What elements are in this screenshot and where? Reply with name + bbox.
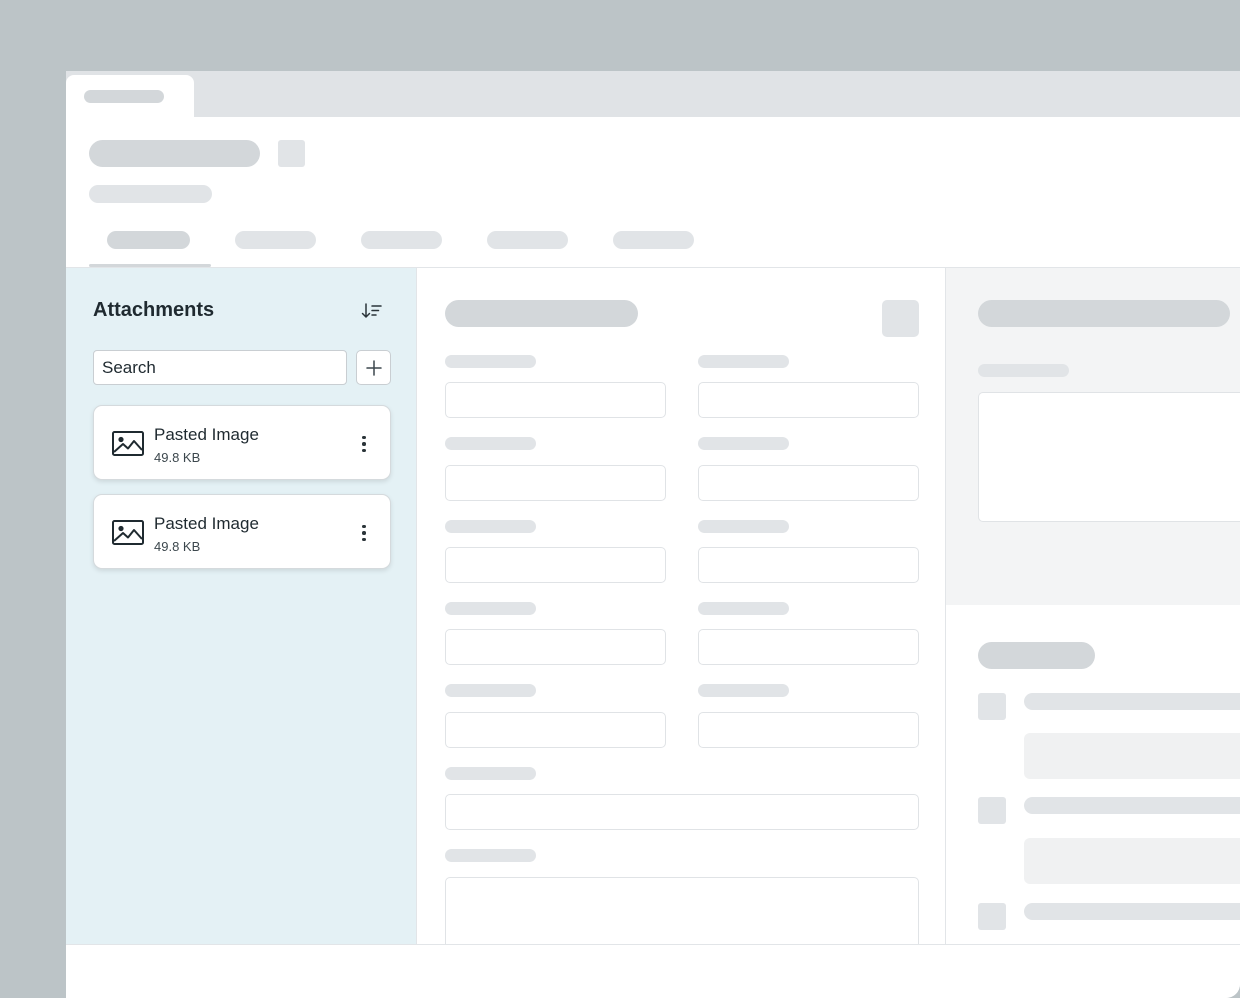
form-field[interactable]	[445, 547, 666, 583]
form-field[interactable]	[698, 465, 919, 501]
subtitle-placeholder	[89, 185, 212, 203]
tab-placeholder-1[interactable]	[107, 231, 190, 249]
attachment-size: 49.8 KB	[154, 539, 201, 554]
tab-placeholder-5[interactable]	[613, 231, 694, 249]
search-input[interactable]	[93, 350, 347, 385]
attachment-card[interactable]: Pasted Image 49.8 KB	[93, 494, 391, 569]
right-label-placeholder	[978, 364, 1069, 377]
form-field[interactable]	[698, 712, 919, 748]
page-title-placeholder	[89, 140, 260, 167]
activity-line-placeholder	[1024, 693, 1240, 710]
field-label-placeholder	[445, 849, 536, 862]
form-title-placeholder	[445, 300, 638, 327]
form-field[interactable]	[698, 547, 919, 583]
activity-line-placeholder	[1024, 903, 1240, 920]
field-label-placeholder	[445, 767, 536, 780]
right-textarea[interactable]	[978, 392, 1240, 522]
form-field[interactable]	[698, 382, 919, 418]
plus-icon	[365, 359, 382, 376]
attachment-card[interactable]: Pasted Image 49.8 KB	[93, 405, 391, 480]
field-label-placeholder	[698, 684, 789, 697]
app-frame: Attachments Pasted Image 49.8 KB	[0, 0, 1240, 998]
field-label-placeholder	[698, 602, 789, 615]
activity-avatar-placeholder	[978, 693, 1006, 720]
tab-placeholder-2[interactable]	[235, 231, 316, 249]
field-label-placeholder	[445, 355, 536, 368]
field-label-placeholder	[698, 437, 789, 450]
form-field[interactable]	[445, 382, 666, 418]
tab-placeholder-3[interactable]	[361, 231, 442, 249]
field-label-placeholder	[445, 520, 536, 533]
form-field[interactable]	[445, 712, 666, 748]
activity-avatar-placeholder	[978, 903, 1006, 930]
image-icon	[112, 431, 144, 456]
activity-body-placeholder	[1024, 733, 1240, 779]
activity-avatar-placeholder	[978, 797, 1006, 824]
form-action-placeholder[interactable]	[882, 300, 919, 337]
tab-placeholder-4[interactable]	[487, 231, 568, 249]
browser-tab-strip	[66, 71, 1240, 117]
field-label-placeholder	[445, 437, 536, 450]
tab-title-placeholder	[84, 90, 164, 103]
activity-title-placeholder	[978, 642, 1095, 669]
field-label-placeholder	[445, 684, 536, 697]
attachment-name: Pasted Image	[154, 425, 259, 444]
add-attachment-button[interactable]	[356, 350, 391, 385]
form-field-wide[interactable]	[445, 794, 919, 830]
field-label-placeholder	[698, 520, 789, 533]
activity-body-placeholder	[1024, 838, 1240, 884]
form-field[interactable]	[445, 465, 666, 501]
attachment-size: 49.8 KB	[154, 450, 201, 465]
more-vertical-icon[interactable]	[356, 432, 372, 456]
footer-bar	[66, 945, 1240, 998]
sort-descending-icon[interactable]	[361, 302, 383, 320]
field-label-placeholder	[698, 355, 789, 368]
right-title-placeholder	[978, 300, 1230, 327]
active-tab[interactable]	[66, 75, 194, 117]
attachments-panel: Attachments Pasted Image 49.8 KB	[66, 268, 417, 944]
app-window: Attachments Pasted Image 49.8 KB	[66, 71, 1240, 998]
title-action-placeholder[interactable]	[278, 140, 305, 167]
field-label-placeholder	[445, 602, 536, 615]
attachment-name: Pasted Image	[154, 514, 259, 533]
form-field[interactable]	[445, 629, 666, 665]
activity-line-placeholder	[1024, 797, 1240, 814]
more-vertical-icon[interactable]	[356, 521, 372, 545]
attachments-title: Attachments	[93, 299, 215, 321]
image-icon	[112, 520, 144, 545]
form-field[interactable]	[698, 629, 919, 665]
